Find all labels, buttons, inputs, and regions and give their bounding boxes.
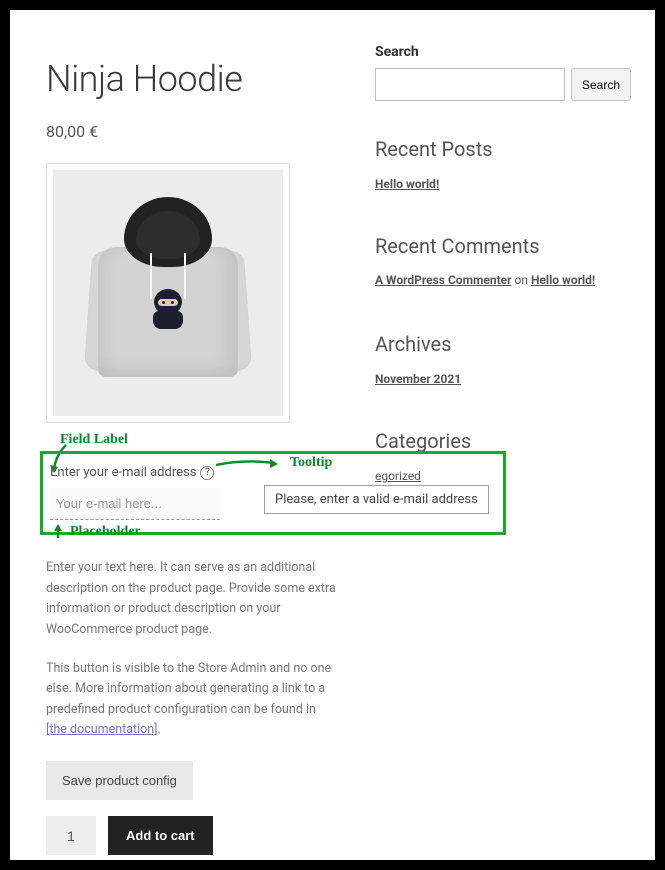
annotation-tooltip: Tooltip <box>290 455 332 471</box>
annotation-placeholder: Placeholder <box>70 524 141 540</box>
hoodie-illustration <box>88 193 248 393</box>
add-to-cart-button[interactable]: Add to cart <box>108 816 213 855</box>
screenshot-frame: Ninja Hoodie 80,00 € <box>0 0 665 870</box>
email-field-label: Enter your e-mail address ? <box>50 465 214 480</box>
main-column: Ninja Hoodie 80,00 € <box>46 38 339 855</box>
archive-link[interactable]: November 2021 <box>375 372 461 386</box>
recent-posts-heading: Recent Posts <box>375 137 631 161</box>
product-image <box>53 170 283 416</box>
archives-heading: Archives <box>375 332 631 356</box>
product-title: Ninja Hoodie <box>46 58 339 100</box>
comment-on-text: on <box>512 273 531 287</box>
annotation-field-label: Field Label <box>60 432 128 447</box>
comment-post-link[interactable]: Hello world! <box>531 273 595 287</box>
help-icon[interactable]: ? <box>200 466 214 480</box>
email-label-text: Enter your e-mail address <box>50 465 196 480</box>
categories-heading: Categories <box>375 429 631 453</box>
recent-comments-heading: Recent Comments <box>375 234 631 258</box>
sidebar: Search Search Recent Posts Hello world! … <box>375 38 631 855</box>
search-button[interactable]: Search <box>571 68 631 101</box>
product-image-frame <box>46 163 290 423</box>
search-input[interactable] <box>375 68 565 101</box>
search-label: Search <box>375 44 631 60</box>
save-product-config-button[interactable]: Save product config <box>46 761 193 800</box>
recent-comment-item: A WordPress Commenter on Hello world! <box>375 270 631 290</box>
comment-author-link[interactable]: A WordPress Commenter <box>375 273 512 287</box>
description-2a: This button is visible to the Store Admi… <box>46 661 331 717</box>
documentation-link[interactable]: [the documentation] <box>46 722 158 737</box>
quantity-input[interactable] <box>46 816 96 855</box>
tooltip-box: Please, enter a valid e-mail address <box>264 485 489 514</box>
description-text-1: Enter your text here. It can serve as an… <box>46 558 339 641</box>
product-price: 80,00 € <box>46 122 339 141</box>
description-text-2: This button is visible to the Store Admi… <box>46 659 339 742</box>
email-input[interactable] <box>50 488 220 520</box>
description-2b: . <box>158 722 161 737</box>
recent-post-link[interactable]: Hello world! <box>375 177 439 191</box>
